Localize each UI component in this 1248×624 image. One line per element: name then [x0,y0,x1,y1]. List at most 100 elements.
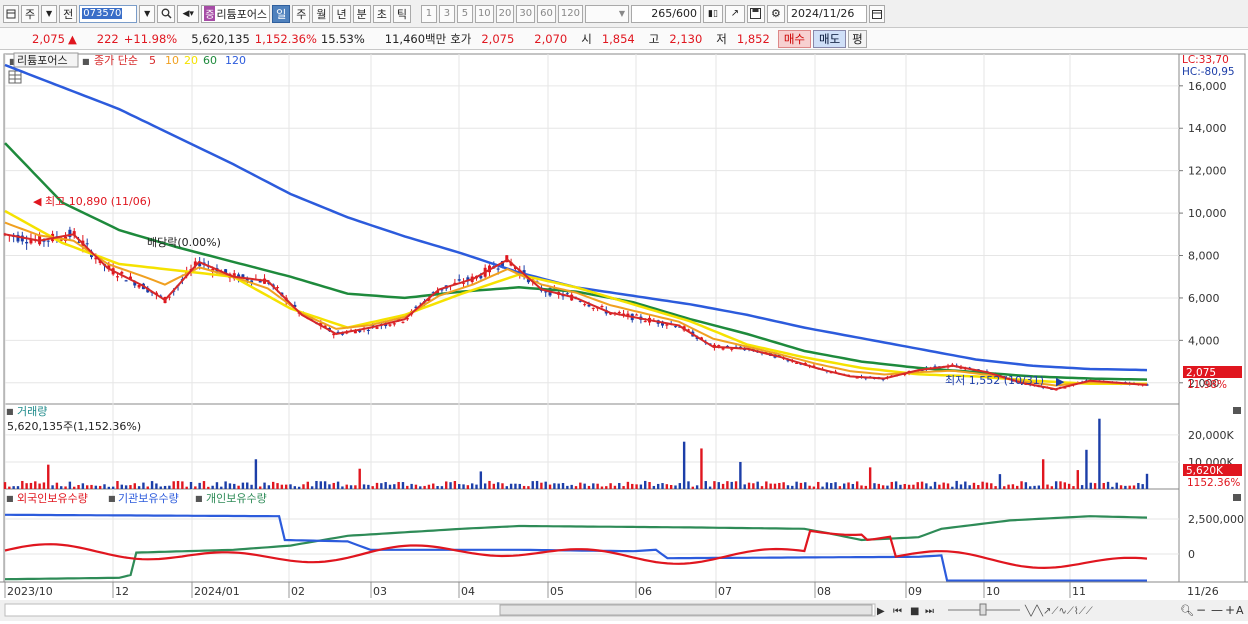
panel-close-icon[interactable] [1233,494,1241,501]
price-panel[interactable] [3,53,1180,405]
data-count-input[interactable]: 265/600 [630,4,701,23]
period-week[interactable]: 주 [292,4,311,23]
volume-bar [799,482,803,489]
panel-close-icon[interactable] [1233,407,1241,414]
save-icon[interactable] [746,4,765,23]
volume-bar [21,480,24,489]
prev-button[interactable]: 전 [59,4,78,23]
period-day[interactable]: 일 [272,4,291,23]
volume-bar [596,483,599,489]
chart-area[interactable]: ■ 리튬포어스 ■ 종가 단순 5 10 20 60 120 LC:33,70 … [0,50,1248,621]
interval-10[interactable]: 10 [474,4,494,23]
search-icon[interactable] [157,4,176,23]
volume-bar [700,448,703,489]
volume-bar [142,482,145,489]
gear-icon[interactable]: ⚙ [766,4,785,23]
scroll-last-icon[interactable]: ⏭ [925,606,934,617]
stop-icon[interactable]: ■ [910,606,919,617]
scroll-first-icon[interactable]: ⏮ [893,606,902,617]
volume-bar [8,486,11,489]
font-size-icon[interactable]: A [1236,604,1244,617]
volume-bar [1054,481,1058,489]
draw-tool-icon[interactable]: ↗ [724,4,745,23]
volume-bar [773,483,777,489]
volume-bar [315,480,318,489]
volume-bar [267,485,271,489]
buy-button[interactable]: 매수 [777,29,811,48]
volume-info: 5,620,135주(1,152.36%) [7,420,141,433]
volume-bar [1080,485,1084,489]
chart-svg[interactable]: ■ 리튬포어스 ■ 종가 단순 5 10 20 60 120 LC:33,70 … [0,50,1248,621]
volume-bar [994,486,997,489]
zoom-in-icon[interactable]: + [1225,603,1235,617]
speaker-icon[interactable]: ◀▾ [177,4,200,23]
turnover-rate: 15.53% [320,31,365,46]
scroll-right-icon[interactable]: ▶ [877,606,885,617]
date-input[interactable]: 2024/11/26 [786,4,867,23]
volume-bar [150,481,154,489]
volume-bar [397,481,400,489]
interval-60[interactable]: 60 [537,4,556,23]
volume-bar [933,481,937,489]
search-zoom-icon[interactable]: 🔍︎ [1180,604,1194,617]
period-second[interactable]: 초 [372,4,391,23]
period-year[interactable]: 년 [332,4,351,23]
zoom-out-icon[interactable]: − [1196,603,1206,617]
zoom-slider-thumb[interactable] [979,603,987,616]
volume-bar [323,481,327,489]
legend-dot-icon: ■ [195,494,203,503]
market-type-select[interactable]: 주 [21,4,40,23]
period-tick[interactable]: 틱 [392,4,411,23]
volume-bar [1128,485,1131,489]
volume-bar [328,484,331,489]
volume-bar [470,483,474,489]
drawing-tools-icon[interactable]: ╲╱╲↗⟋∿⟋⌇⟋⟋ [1024,604,1093,617]
period-month[interactable]: 월 [312,4,331,23]
volume-bar [847,482,850,489]
candle-body [366,329,370,331]
volume-bar [163,485,167,489]
candle-body [600,306,604,308]
up-arrow-icon: ▲ [67,31,77,46]
interval-20[interactable]: 20 [495,4,515,23]
open-price: 1,854 [601,31,635,46]
chart-window-icon[interactable] [3,4,19,23]
x-tick-label: 06 [638,585,652,598]
minimize-icon[interactable]: — [1211,603,1223,617]
volume-bar [189,481,193,489]
interval-120[interactable]: 120 [557,4,583,23]
individual-holdings-label: 개인보유수량 [206,492,267,505]
sell-button[interactable]: 매도 [813,29,847,48]
scroll-thumb[interactable] [499,604,873,616]
code-dropdown-icon[interactable]: ▼ [139,4,156,23]
volume-title: 거래량 [17,405,47,418]
volume-bar [579,482,582,489]
volume-bar [877,483,881,489]
candle-body [124,280,128,282]
volume-bar [860,485,863,489]
interval-1[interactable]: 1 [420,4,437,23]
volume-bar [194,486,197,489]
average-button[interactable]: 평 [848,29,867,48]
volume-bar [544,481,547,489]
current-volume-label: 5,620K [1186,465,1224,477]
interval-30[interactable]: 30 [516,4,536,23]
period-minute[interactable]: 분 [352,4,371,23]
volume-bar [228,483,232,489]
stock-name-box[interactable]: 증 리튬포어스 [201,4,271,23]
chevron-down-icon[interactable]: ▼ [41,4,58,23]
volume-bar [233,483,236,489]
custom-interval-input[interactable]: ▼ [584,4,629,23]
holdings-panel[interactable] [3,488,1180,583]
y-tick-label: 6,000 [1188,292,1220,305]
interval-5[interactable]: 5 [456,4,473,23]
volume-panel[interactable] [3,403,1180,490]
stock-code-input[interactable]: 073570 [79,4,138,23]
candle-type-icon[interactable]: ▮▯ [702,4,723,23]
volume-bar [903,483,906,489]
x-tick-label: 11 [1072,585,1086,598]
interval-3[interactable]: 3 [438,4,455,23]
y-tick-label: 8,000 [1188,250,1220,263]
calendar-icon[interactable] [868,4,885,23]
volume-bar [964,481,967,489]
